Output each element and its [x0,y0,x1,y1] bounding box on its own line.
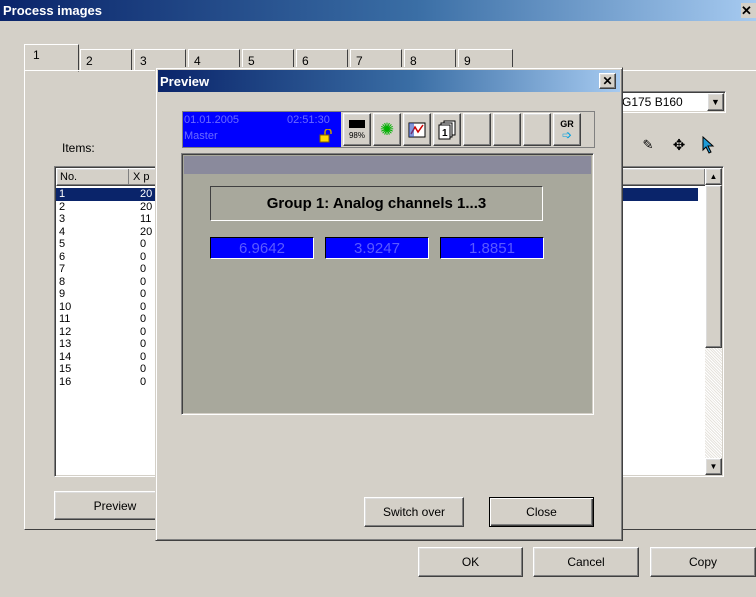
chart-icon[interactable] [403,113,431,146]
cancel-button[interactable]: Cancel [533,547,639,577]
preview-close-dialog-button[interactable]: Close [489,497,594,527]
channel-value-2: 3.9247 [325,237,429,259]
move-icon[interactable]: ✥ [669,135,689,155]
pointer-icon[interactable] [699,135,719,155]
status-time: 02:51:30 [287,114,330,126]
tab-1[interactable]: 1 [24,44,79,72]
display-header-strip [184,156,591,174]
display-area: Group 1: Analog channels 1...3 6.9642 3.… [181,153,594,415]
column-header-no[interactable]: No. [60,171,77,183]
preview-close-button[interactable]: ✕ [599,73,616,89]
close-icon: ✕ [741,3,752,18]
column-header-x[interactable]: X p [133,171,150,183]
ok-button[interactable]: OK [418,547,523,577]
main-title-bar: Process images [0,0,756,21]
scroll-thumb[interactable] [705,185,722,348]
main-window-title: Process images [3,3,103,18]
preview-title: Preview [160,74,210,89]
pages-icon[interactable]: 1 [433,113,461,146]
channel-value-1: 6.9642 [210,237,314,259]
edit-icon[interactable]: ✎ [638,135,658,155]
channel-value-3: 1.8851 [440,237,544,259]
toolbar-empty-slot[interactable] [463,113,491,146]
status-date: 01.01.2005 [184,114,240,126]
preview-dialog: Preview ✕ 01.01.2005 02:51:30 Master 98%… [155,67,623,541]
group-select[interactable]: G175 B160 ▼ [618,91,726,113]
copy-button[interactable]: Copy [650,547,756,577]
memory-icon[interactable]: 98% [343,113,371,146]
group-title: Group 1: Analog channels 1...3 [266,195,487,212]
tab-2[interactable]: 2 [80,49,132,71]
scroll-up-icon[interactable]: ▲ [705,168,722,185]
svg-text:1: 1 [442,128,448,139]
toolbar-empty-slot[interactable] [523,113,551,146]
list-scrollbar[interactable]: ▲ ▼ [705,168,722,475]
main-close-button[interactable]: ✕ [741,3,756,18]
chevron-down-icon[interactable]: ▼ [707,93,724,111]
alarm-icon[interactable]: ✺ [373,113,401,146]
group-title-box: Group 1: Analog channels 1...3 [210,186,543,221]
gr-label: GR [560,118,574,129]
toolbar-empty-slot[interactable] [493,113,521,146]
status-display: 01.01.2005 02:51:30 Master [183,112,341,147]
scroll-down-icon[interactable]: ▼ [705,458,722,475]
preview-title-bar: Preview [158,70,620,92]
gr-switch-icon[interactable]: GR ➩ [553,113,581,146]
memory-percent: 98% [348,130,365,140]
status-mode: Master [184,130,218,142]
device-toolbar: 01.01.2005 02:51:30 Master 98% ✺ 1 GR ➩ [182,111,595,148]
switch-over-button[interactable]: Switch over [364,497,464,527]
group-select-value: G175 B160 [622,95,683,109]
close-icon: ✕ [602,74,613,88]
items-label: Items: [62,141,95,155]
lock-icon [319,128,332,143]
